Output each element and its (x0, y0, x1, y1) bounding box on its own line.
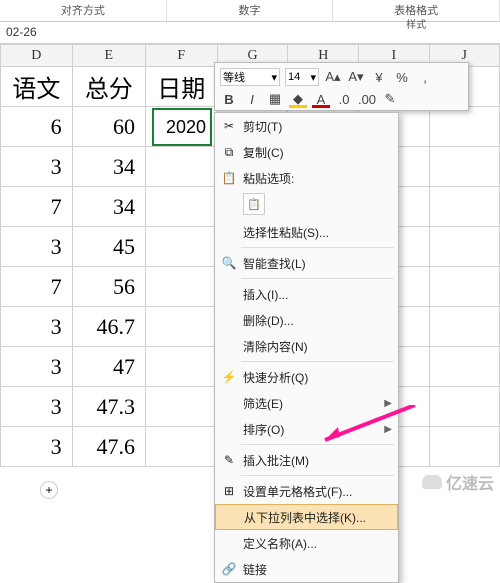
menu-insert[interactable]: 插入(I)... (215, 281, 398, 307)
col-D[interactable]: D (1, 45, 73, 67)
active-cell[interactable]: 2020 (152, 108, 212, 146)
menu-hyperlink[interactable]: 🔗链接 (215, 556, 398, 582)
menu-smart-lookup[interactable]: 🔍智能查找(L) (215, 250, 398, 276)
paste-icon: 📋 (220, 169, 238, 187)
italic-icon[interactable]: I (243, 90, 261, 108)
decrease-decimal-icon[interactable]: .0 (335, 90, 353, 108)
lookup-icon: 🔍 (220, 254, 238, 272)
header-date[interactable]: 日期 (145, 67, 217, 107)
copy-icon: ⧉ (220, 143, 238, 161)
paste-option-icons: 📋 (215, 191, 398, 219)
menu-paste-options: 📋粘贴选项: (215, 165, 398, 191)
chevron-right-icon: ▶ (384, 398, 392, 409)
quick-analysis-icon: ⚡ (220, 368, 238, 386)
menu-sort[interactable]: 排序(O)▶ (215, 416, 398, 442)
menu-paste-special[interactable]: 选择性粘贴(S)... (215, 219, 398, 245)
context-menu: ✂剪切(T) ⧉复制(C) 📋粘贴选项: 📋 选择性粘贴(S)... 🔍智能查找… (214, 112, 399, 583)
cloud-icon (422, 475, 442, 489)
increase-font-icon[interactable]: A▴ (324, 68, 342, 86)
mini-toolbar: 等线 ▾ 14 ▾ A▴ A▾ ¥ % , B I ▦ ◆ A .0 .00 ✎ (214, 62, 469, 111)
menu-cut[interactable]: ✂剪切(T) (215, 113, 398, 139)
chevron-right-icon: ▶ (384, 424, 392, 435)
menu-filter[interactable]: 筛选(E)▶ (215, 390, 398, 416)
decrease-font-icon[interactable]: A▾ (347, 68, 365, 86)
fill-color-icon[interactable]: ◆ (289, 90, 307, 108)
font-select[interactable]: 等线 ▾ (220, 68, 280, 86)
currency-icon[interactable]: ¥ (370, 68, 388, 86)
ribbon-group-styles: 表格格式 样式 (333, 0, 500, 21)
menu-insert-comment[interactable]: ✎插入批注(M) (215, 447, 398, 473)
font-size-select[interactable]: 14 ▾ (285, 68, 319, 86)
scissors-icon: ✂ (220, 117, 238, 135)
header-total[interactable]: 总分 (72, 67, 145, 107)
increase-decimal-icon[interactable]: .00 (358, 90, 376, 108)
menu-clear[interactable]: 清除内容(N) (215, 333, 398, 359)
format-cells-icon: ⊞ (220, 482, 238, 500)
bold-icon[interactable]: B (220, 90, 238, 108)
menu-pick-from-list[interactable]: 从下拉列表中选择(K)... (215, 504, 398, 530)
ribbon-group-align: 对齐方式 (0, 0, 167, 21)
menu-quick-analysis[interactable]: ⚡快速分析(Q) (215, 364, 398, 390)
comma-icon[interactable]: , (416, 68, 434, 86)
paste-default-icon[interactable]: 📋 (243, 193, 265, 215)
col-F[interactable]: F (145, 45, 217, 67)
watermark: 亿速云 (422, 470, 494, 494)
col-E[interactable]: E (72, 45, 145, 67)
menu-define-name[interactable]: 定义名称(A)... (215, 530, 398, 556)
ribbon-group-labels: 对齐方式 数字 表格格式 样式 (0, 0, 500, 22)
menu-copy[interactable]: ⧉复制(C) (215, 139, 398, 165)
comment-icon: ✎ (220, 451, 238, 469)
link-icon: 🔗 (220, 560, 238, 578)
format-painter-icon[interactable]: ✎ (381, 90, 399, 108)
border-icon[interactable]: ▦ (266, 90, 284, 108)
percent-icon[interactable]: % (393, 68, 411, 86)
font-color-icon[interactable]: A (312, 90, 330, 108)
ribbon-group-number: 数字 (167, 0, 334, 21)
add-sheet-button[interactable]: + (40, 481, 58, 499)
header-chinese[interactable]: 语文 (1, 67, 73, 107)
menu-delete[interactable]: 删除(D)... (215, 307, 398, 333)
sheet-tabs[interactable]: + (40, 480, 58, 500)
menu-format-cells[interactable]: ⊞设置单元格格式(F)... (215, 478, 398, 504)
